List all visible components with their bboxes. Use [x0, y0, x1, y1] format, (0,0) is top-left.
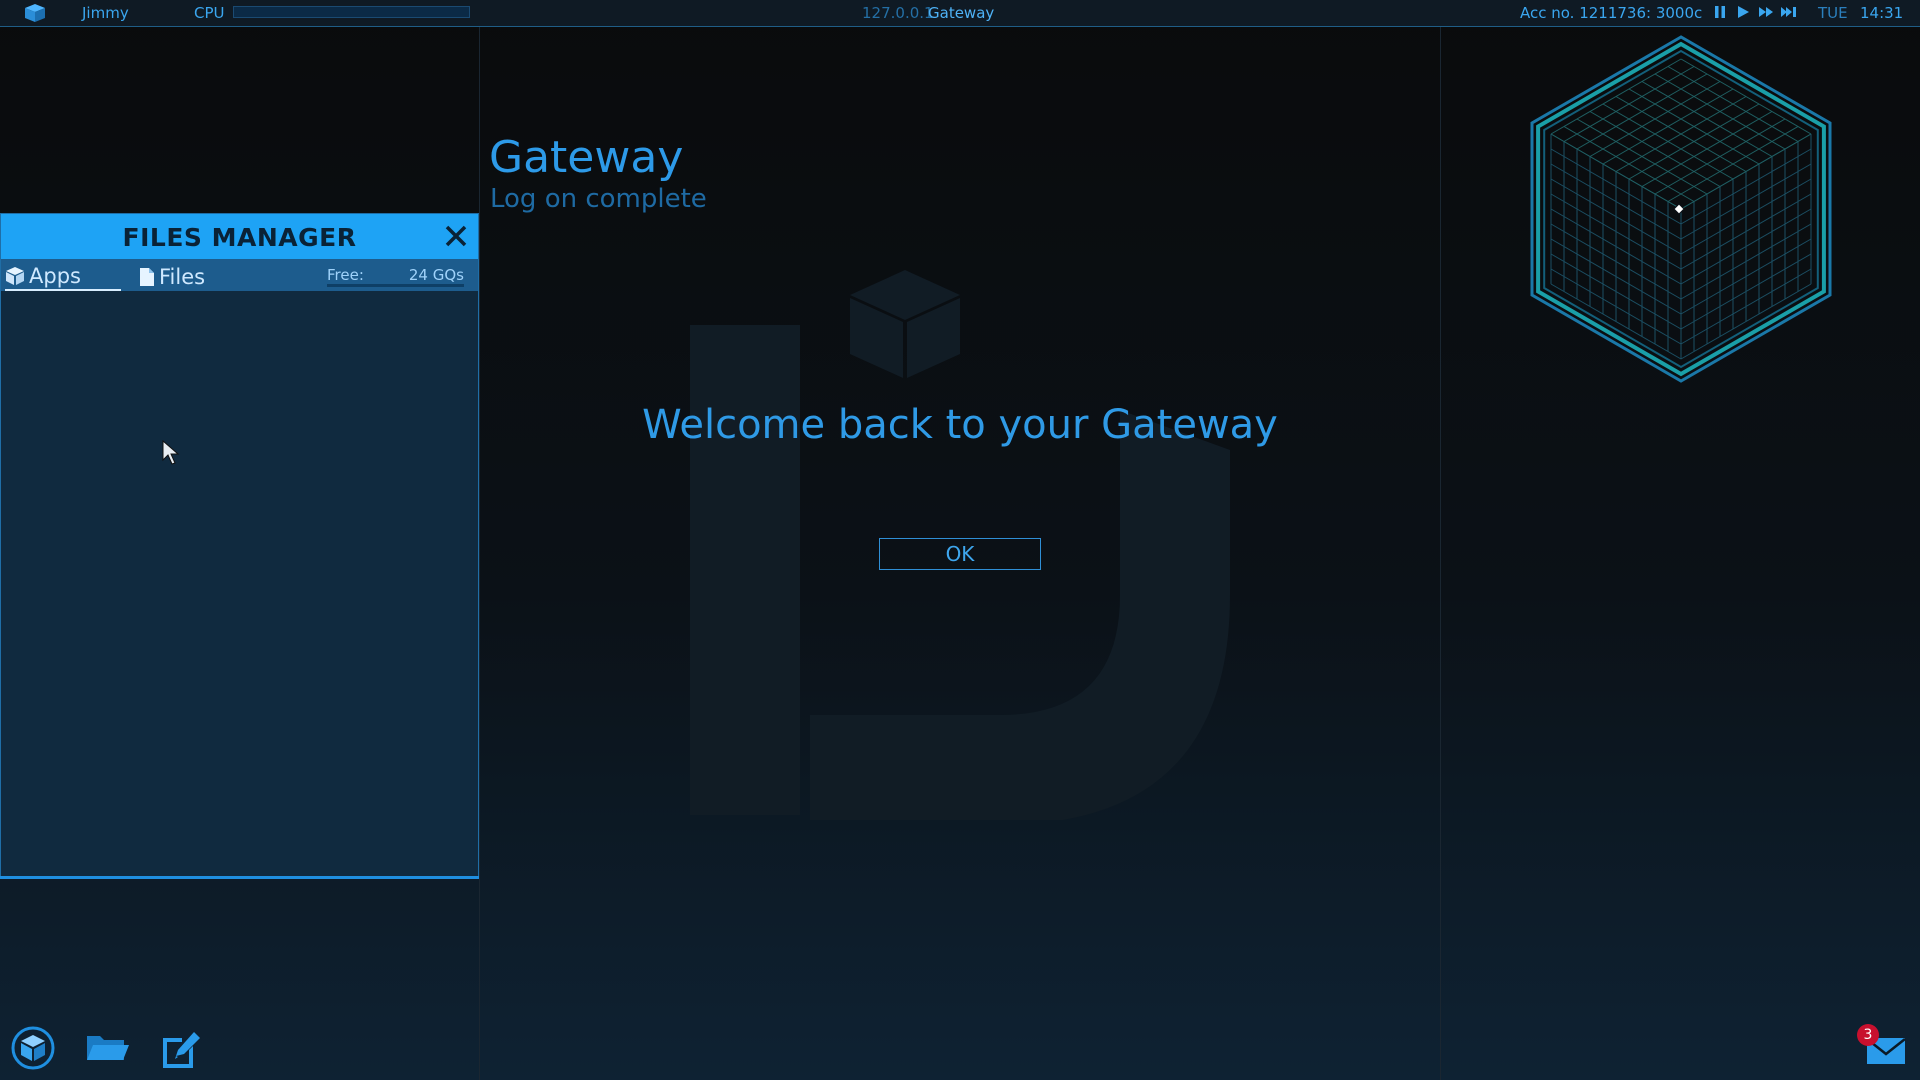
files-manager-tabs: Apps Files Free: 24 GQs — [1, 259, 478, 291]
free-space-label: Free: — [327, 266, 364, 284]
play-icon[interactable] — [1735, 3, 1751, 21]
page-subtitle: Log on complete — [490, 184, 707, 214]
user-name: Jimmy — [82, 4, 129, 22]
welcome-message: Welcome back to your Gateway — [642, 402, 1278, 448]
ok-button[interactable]: OK — [879, 538, 1041, 570]
page-title: Gateway — [489, 132, 684, 183]
current-ip: 127.0.0.1 — [862, 4, 934, 22]
tab-apps-label: Apps — [29, 263, 81, 288]
file-icon — [140, 267, 154, 286]
fast-forward-icon[interactable] — [1758, 3, 1774, 21]
cube-logo-icon[interactable] — [24, 3, 46, 23]
right-column-divider — [1440, 27, 1441, 1080]
cpu-label: CPU — [194, 4, 225, 22]
notepad-icon[interactable] — [158, 1026, 204, 1070]
game-speed-controls — [1712, 3, 1797, 21]
files-manager-list[interactable] — [1, 291, 478, 878]
folder-icon[interactable] — [84, 1026, 130, 1070]
free-space-bar — [327, 284, 464, 287]
tab-files[interactable]: Files — [139, 262, 205, 291]
network-cube-map[interactable] — [1496, 28, 1866, 390]
tab-files-label: Files — [159, 264, 206, 289]
files-manager-window: FILES MANAGER Apps Files Free: 24 GQs — [0, 213, 479, 879]
current-location: Gateway — [928, 4, 995, 22]
fastest-forward-icon[interactable] — [1781, 3, 1797, 21]
account-balance: Acc no. 1211736: 3000c — [1520, 4, 1703, 22]
files-manager-header[interactable]: FILES MANAGER — [1, 214, 478, 259]
app-cube-icon — [6, 266, 24, 285]
close-icon[interactable] — [442, 222, 470, 250]
cpu-usage-bar — [233, 6, 470, 18]
day-of-week: TUE — [1818, 4, 1848, 22]
files-manager-title: FILES MANAGER — [122, 223, 357, 252]
free-space-value: 24 GQs — [408, 266, 464, 284]
mail-notification-badge: 3 — [1857, 1024, 1879, 1046]
game-clock: 14:31 — [1860, 4, 1904, 22]
tab-apps[interactable]: Apps — [5, 262, 121, 291]
mouse-cursor-icon — [162, 440, 180, 465]
top-bar: Jimmy CPU 127.0.0.1 Gateway Acc no. 1211… — [0, 0, 1920, 27]
pause-icon[interactable] — [1712, 3, 1728, 21]
left-column-divider — [479, 27, 480, 1080]
cube-app-icon[interactable] — [10, 1026, 56, 1070]
files-manager-bottom-edge — [0, 876, 479, 879]
